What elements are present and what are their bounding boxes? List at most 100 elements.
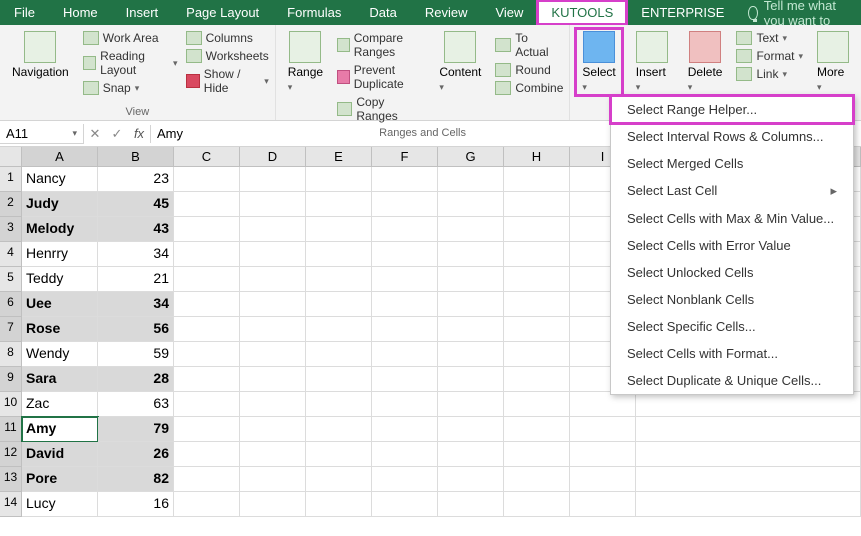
- text-button[interactable]: Text: [736, 29, 803, 47]
- cell-C11[interactable]: [174, 417, 240, 442]
- tab-pagelayout[interactable]: Page Layout: [172, 0, 273, 25]
- row-header-11[interactable]: 11: [0, 417, 22, 442]
- cell-I11[interactable]: [570, 417, 636, 442]
- cell-G7[interactable]: [438, 317, 504, 342]
- cell-F14[interactable]: [372, 492, 438, 517]
- cell-G9[interactable]: [438, 367, 504, 392]
- tab-review[interactable]: Review: [411, 0, 482, 25]
- cell-A10[interactable]: Zac: [22, 392, 98, 417]
- cell-A11[interactable]: Amy: [22, 417, 98, 442]
- cell-I13[interactable]: [570, 467, 636, 492]
- col-header-B[interactable]: B: [98, 147, 174, 167]
- cell-H11[interactable]: [504, 417, 570, 442]
- cell-B2[interactable]: 45: [98, 192, 174, 217]
- cell-F10[interactable]: [372, 392, 438, 417]
- col-header-C[interactable]: C: [174, 147, 240, 167]
- compare-ranges-button[interactable]: Compare Ranges: [337, 29, 425, 61]
- cell-E4[interactable]: [306, 242, 372, 267]
- cell-H10[interactable]: [504, 392, 570, 417]
- cell-A12[interactable]: David: [22, 442, 98, 467]
- cell-C13[interactable]: [174, 467, 240, 492]
- cell-G1[interactable]: [438, 167, 504, 192]
- select-button[interactable]: Select: [576, 29, 621, 95]
- cell-A3[interactable]: Melody: [22, 217, 98, 242]
- cell-G13[interactable]: [438, 467, 504, 492]
- cell-E1[interactable]: [306, 167, 372, 192]
- cell-D1[interactable]: [240, 167, 306, 192]
- cell-H5[interactable]: [504, 267, 570, 292]
- cell-C14[interactable]: [174, 492, 240, 517]
- cell-F2[interactable]: [372, 192, 438, 217]
- col-header-D[interactable]: D: [240, 147, 306, 167]
- cell-E3[interactable]: [306, 217, 372, 242]
- cell-H6[interactable]: [504, 292, 570, 317]
- cell-H12[interactable]: [504, 442, 570, 467]
- cell-G6[interactable]: [438, 292, 504, 317]
- cell-H9[interactable]: [504, 367, 570, 392]
- row-header-6[interactable]: 6: [0, 292, 22, 317]
- cell-D8[interactable]: [240, 342, 306, 367]
- menu-range-helper[interactable]: Select Range Helper...: [611, 96, 853, 123]
- cell-E8[interactable]: [306, 342, 372, 367]
- cell-E14[interactable]: [306, 492, 372, 517]
- fx-button[interactable]: fx: [128, 126, 150, 141]
- cell-B7[interactable]: 56: [98, 317, 174, 342]
- cell-E6[interactable]: [306, 292, 372, 317]
- cell-B11[interactable]: 79: [98, 417, 174, 442]
- link-button[interactable]: Link: [736, 65, 803, 83]
- tell-me[interactable]: Tell me what you want to: [738, 0, 861, 25]
- menu-specific[interactable]: Select Specific Cells...: [611, 313, 853, 340]
- cell-E2[interactable]: [306, 192, 372, 217]
- cell-A9[interactable]: Sara: [22, 367, 98, 392]
- cell-A7[interactable]: Rose: [22, 317, 98, 342]
- row-header-2[interactable]: 2: [0, 192, 22, 217]
- row-header-14[interactable]: 14: [0, 492, 22, 517]
- cell-G11[interactable]: [438, 417, 504, 442]
- col-header-G[interactable]: G: [438, 147, 504, 167]
- content-button[interactable]: Content: [433, 29, 487, 95]
- cell-I14[interactable]: [570, 492, 636, 517]
- cell-B9[interactable]: 28: [98, 367, 174, 392]
- cell-G14[interactable]: [438, 492, 504, 517]
- snap-button[interactable]: Snap: [83, 79, 178, 97]
- menu-unlocked[interactable]: Select Unlocked Cells: [611, 259, 853, 286]
- cell-C3[interactable]: [174, 217, 240, 242]
- col-header-E[interactable]: E: [306, 147, 372, 167]
- cell-F4[interactable]: [372, 242, 438, 267]
- row-header-4[interactable]: 4: [0, 242, 22, 267]
- range-button[interactable]: Range: [282, 29, 329, 95]
- row-header-8[interactable]: 8: [0, 342, 22, 367]
- show-hide-button[interactable]: Show / Hide: [186, 65, 269, 97]
- menu-max-min[interactable]: Select Cells with Max & Min Value...: [611, 205, 853, 232]
- cell-C7[interactable]: [174, 317, 240, 342]
- cell-C5[interactable]: [174, 267, 240, 292]
- cell-G2[interactable]: [438, 192, 504, 217]
- cell-E9[interactable]: [306, 367, 372, 392]
- tab-file[interactable]: File: [0, 0, 49, 25]
- round-button[interactable]: Round: [495, 61, 563, 79]
- tab-home[interactable]: Home: [49, 0, 112, 25]
- cell-D2[interactable]: [240, 192, 306, 217]
- cell-F8[interactable]: [372, 342, 438, 367]
- cell-D3[interactable]: [240, 217, 306, 242]
- select-all-corner[interactable]: [0, 147, 22, 167]
- col-header-A[interactable]: A: [22, 147, 98, 167]
- cell-D12[interactable]: [240, 442, 306, 467]
- cell-H14[interactable]: [504, 492, 570, 517]
- cell-B4[interactable]: 34: [98, 242, 174, 267]
- cell-A2[interactable]: Judy: [22, 192, 98, 217]
- cell-C12[interactable]: [174, 442, 240, 467]
- menu-with-format[interactable]: Select Cells with Format...: [611, 340, 853, 367]
- reading-layout-button[interactable]: Reading Layout: [83, 47, 178, 79]
- prevent-duplicate-button[interactable]: Prevent Duplicate: [337, 61, 425, 93]
- cell-B10[interactable]: 63: [98, 392, 174, 417]
- cell-C1[interactable]: [174, 167, 240, 192]
- cell-E11[interactable]: [306, 417, 372, 442]
- navigation-button[interactable]: Navigation: [6, 29, 75, 81]
- cell-A4[interactable]: Henrry: [22, 242, 98, 267]
- name-box[interactable]: A11▾: [0, 124, 84, 144]
- cancel-button[interactable]: ✕: [84, 126, 106, 142]
- combine-button[interactable]: Combine: [495, 79, 563, 97]
- copy-ranges-button[interactable]: Copy Ranges: [337, 93, 425, 125]
- menu-nonblank[interactable]: Select Nonblank Cells: [611, 286, 853, 313]
